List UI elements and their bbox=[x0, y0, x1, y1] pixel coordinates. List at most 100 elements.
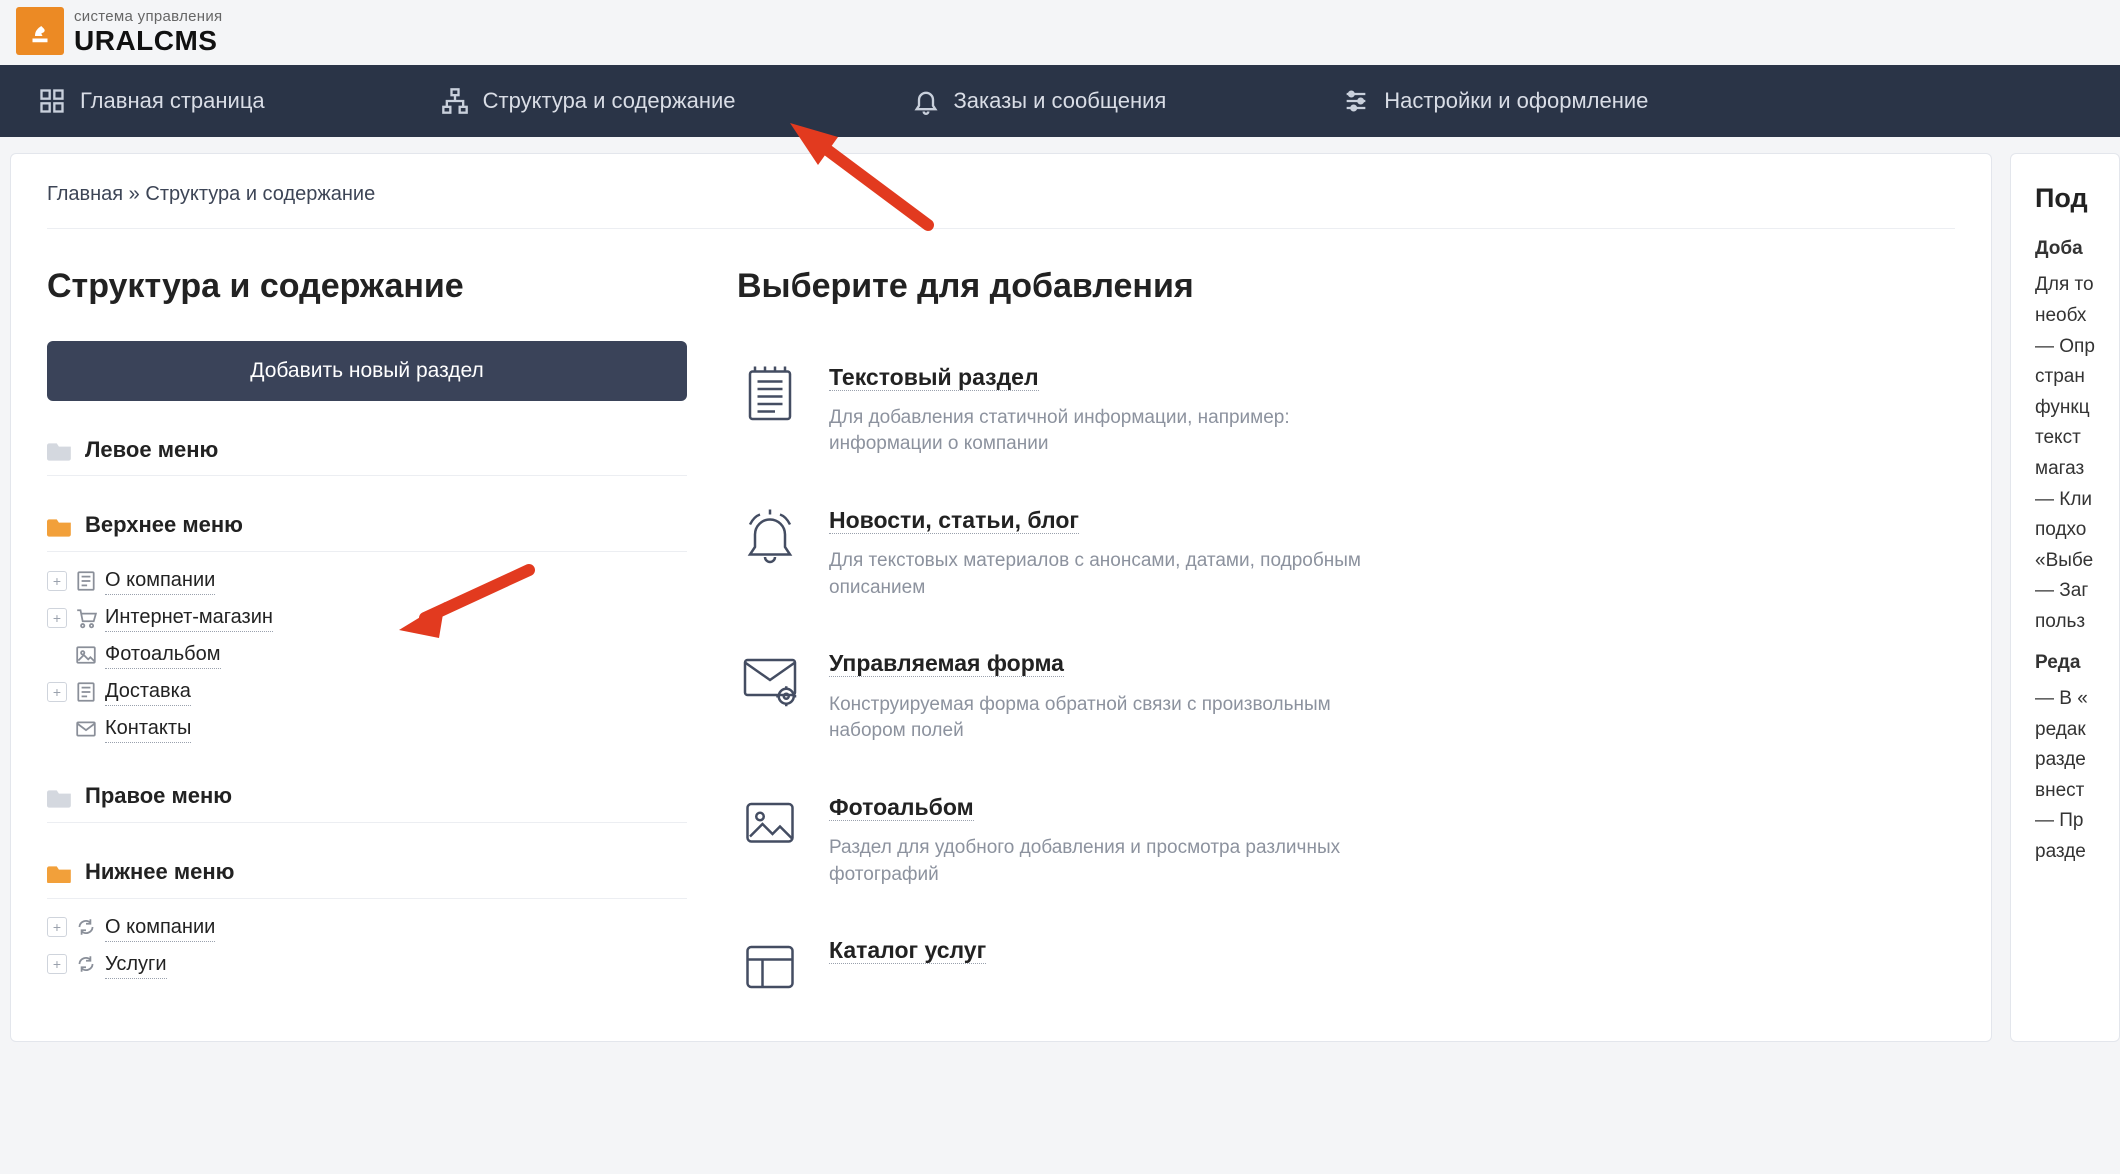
add-option-title[interactable]: Фотоальбом bbox=[829, 794, 974, 821]
expand-handle-icon[interactable]: + bbox=[47, 682, 67, 702]
nav-item-settings[interactable]: Настройки и оформление bbox=[1314, 65, 1676, 137]
add-option-desc: Конструируемая форма обратной связи с пр… bbox=[829, 692, 1389, 745]
breadcrumb-current: Структура и содержание bbox=[145, 183, 375, 205]
breadcrumb: Главная » Структура и содержание bbox=[47, 180, 1955, 229]
tree-node-link[interactable]: Интернет-магазин bbox=[105, 603, 273, 632]
folder-open-icon bbox=[47, 515, 73, 537]
help-title: Под bbox=[2035, 180, 2119, 218]
help-line: польз bbox=[2035, 609, 2119, 636]
add-option-form[interactable]: Управляемая форма Конструируемая форма о… bbox=[737, 627, 1955, 770]
help-line: необх bbox=[2035, 303, 2119, 330]
grid-icon bbox=[38, 87, 66, 115]
tree-row: + Услуги bbox=[47, 946, 687, 983]
help-heading: Доба bbox=[2035, 236, 2119, 263]
topbar: система управления URALCMS bbox=[0, 0, 2120, 65]
tree-folder[interactable]: Нижнее меню bbox=[47, 851, 687, 899]
tree-folder-label: Правое меню bbox=[85, 781, 232, 812]
image-icon bbox=[75, 644, 97, 666]
tree-children: + О компании + Интернет-магазин + bbox=[47, 562, 687, 747]
logo-text: система управления URALCMS bbox=[74, 6, 222, 55]
help-line: — Опр bbox=[2035, 334, 2119, 361]
add-column: Выберите для добавления Текстовый раздел… bbox=[737, 263, 1955, 1011]
tree-folder[interactable]: Левое меню bbox=[47, 429, 687, 477]
add-option-title[interactable]: Текстовый раздел bbox=[829, 364, 1039, 391]
main-panel: Главная » Структура и содержание Структу… bbox=[10, 153, 1992, 1042]
tree-menu-left: Левое меню bbox=[47, 429, 687, 477]
tree-menu-top: Верхнее меню + О компании + Интернет-маг… bbox=[47, 504, 687, 747]
tree-row: + Интернет-магазин bbox=[47, 599, 687, 636]
tree-folder-label: Верхнее меню bbox=[85, 510, 243, 541]
tree-folder[interactable]: Верхнее меню bbox=[47, 504, 687, 552]
doc-icon bbox=[75, 681, 97, 703]
primary-nav: Главная страница Структура и содержание … bbox=[0, 65, 2120, 137]
add-section-button[interactable]: Добавить новый раздел bbox=[47, 341, 687, 401]
tree-node-link[interactable]: Доставка bbox=[105, 677, 191, 706]
nav-item-orders[interactable]: Заказы и сообщения bbox=[884, 65, 1195, 137]
help-line: «Выбе bbox=[2035, 548, 2119, 575]
add-option-news[interactable]: Новости, статьи, блог Для текстовых мате… bbox=[737, 484, 1955, 627]
expand-handle-icon[interactable]: + bbox=[47, 917, 67, 937]
tree-node-link[interactable]: О компании bbox=[105, 913, 215, 942]
tree-node-link[interactable]: О компании bbox=[105, 566, 215, 595]
help-line: подхо bbox=[2035, 517, 2119, 544]
catalog-icon bbox=[737, 934, 803, 1000]
help-line: редак bbox=[2035, 717, 2119, 744]
tree-row: + Доставка bbox=[47, 673, 687, 710]
add-title: Выберите для добавления bbox=[737, 263, 1955, 311]
doc-icon bbox=[75, 570, 97, 592]
tree-node-link[interactable]: Услуги bbox=[105, 950, 167, 979]
help-line: функц bbox=[2035, 395, 2119, 422]
help-line: разде bbox=[2035, 747, 2119, 774]
add-option-text[interactable]: Текстовый раздел Для добавления статично… bbox=[737, 341, 1955, 484]
tree-node-link[interactable]: Контакты bbox=[105, 714, 191, 743]
refresh-icon bbox=[75, 916, 97, 938]
folder-icon bbox=[47, 439, 73, 461]
folder-icon bbox=[47, 786, 73, 808]
tree-folder-label: Левое меню bbox=[85, 435, 218, 466]
workarea: Главная » Структура и содержание Структу… bbox=[0, 137, 2120, 1042]
cart-icon bbox=[75, 607, 97, 629]
help-line: магаз bbox=[2035, 456, 2119, 483]
logo-title: URALCMS bbox=[74, 27, 222, 55]
structure-column: Структура и содержание Добавить новый ра… bbox=[47, 263, 687, 1011]
structure-title: Структура и содержание bbox=[47, 263, 687, 311]
add-option-desc: Для текстовых материалов с анонсами, дат… bbox=[829, 548, 1389, 601]
add-option-title[interactable]: Каталог услуг bbox=[829, 937, 986, 964]
bell-icon bbox=[912, 87, 940, 115]
bell-big-icon bbox=[737, 504, 803, 570]
envelope-gear-icon bbox=[737, 647, 803, 713]
tree-children: + О компании + Услуги bbox=[47, 909, 687, 983]
add-option-desc: Для добавления статичной информации, нап… bbox=[829, 405, 1389, 458]
mail-icon bbox=[75, 718, 97, 740]
sitemap-icon bbox=[441, 87, 469, 115]
add-option-title[interactable]: Новости, статьи, блог bbox=[829, 507, 1079, 534]
add-option-desc: Раздел для удобного добавления и просмот… bbox=[829, 835, 1389, 888]
chess-knight-icon bbox=[25, 16, 55, 46]
help-line: — Заг bbox=[2035, 578, 2119, 605]
nav-item-label: Структура и содержание bbox=[483, 86, 736, 117]
expand-handle-icon[interactable]: + bbox=[47, 571, 67, 591]
nav-item-label: Заказы и сообщения bbox=[954, 86, 1167, 117]
nav-item-label: Настройки и оформление bbox=[1384, 86, 1648, 117]
tree-menu-bottom: Нижнее меню + О компании + Услуги bbox=[47, 851, 687, 983]
logo-subtitle: система управления bbox=[74, 6, 222, 27]
breadcrumb-root[interactable]: Главная bbox=[47, 183, 123, 205]
add-option-catalog[interactable]: Каталог услуг bbox=[737, 914, 1955, 1000]
help-line: — Пр bbox=[2035, 808, 2119, 835]
tree-folder[interactable]: Правое меню bbox=[47, 775, 687, 823]
add-option-photo[interactable]: Фотоальбом Раздел для удобного добавлени… bbox=[737, 771, 1955, 914]
help-line: Для то bbox=[2035, 272, 2119, 299]
folder-open-icon bbox=[47, 861, 73, 883]
tree-node-link[interactable]: Фотоальбом bbox=[105, 640, 221, 669]
nav-item-label: Главная страница bbox=[80, 86, 265, 117]
nav-item-home[interactable]: Главная страница bbox=[10, 65, 293, 137]
help-line: разде bbox=[2035, 839, 2119, 866]
nav-item-structure[interactable]: Структура и содержание bbox=[413, 65, 764, 137]
help-line: стран bbox=[2035, 364, 2119, 391]
expand-handle-icon[interactable]: + bbox=[47, 608, 67, 628]
notepad-icon bbox=[737, 361, 803, 427]
tree-row: + О компании bbox=[47, 909, 687, 946]
tree-menu-right: Правое меню bbox=[47, 775, 687, 823]
expand-handle-icon[interactable]: + bbox=[47, 954, 67, 974]
add-option-title[interactable]: Управляемая форма bbox=[829, 650, 1064, 677]
